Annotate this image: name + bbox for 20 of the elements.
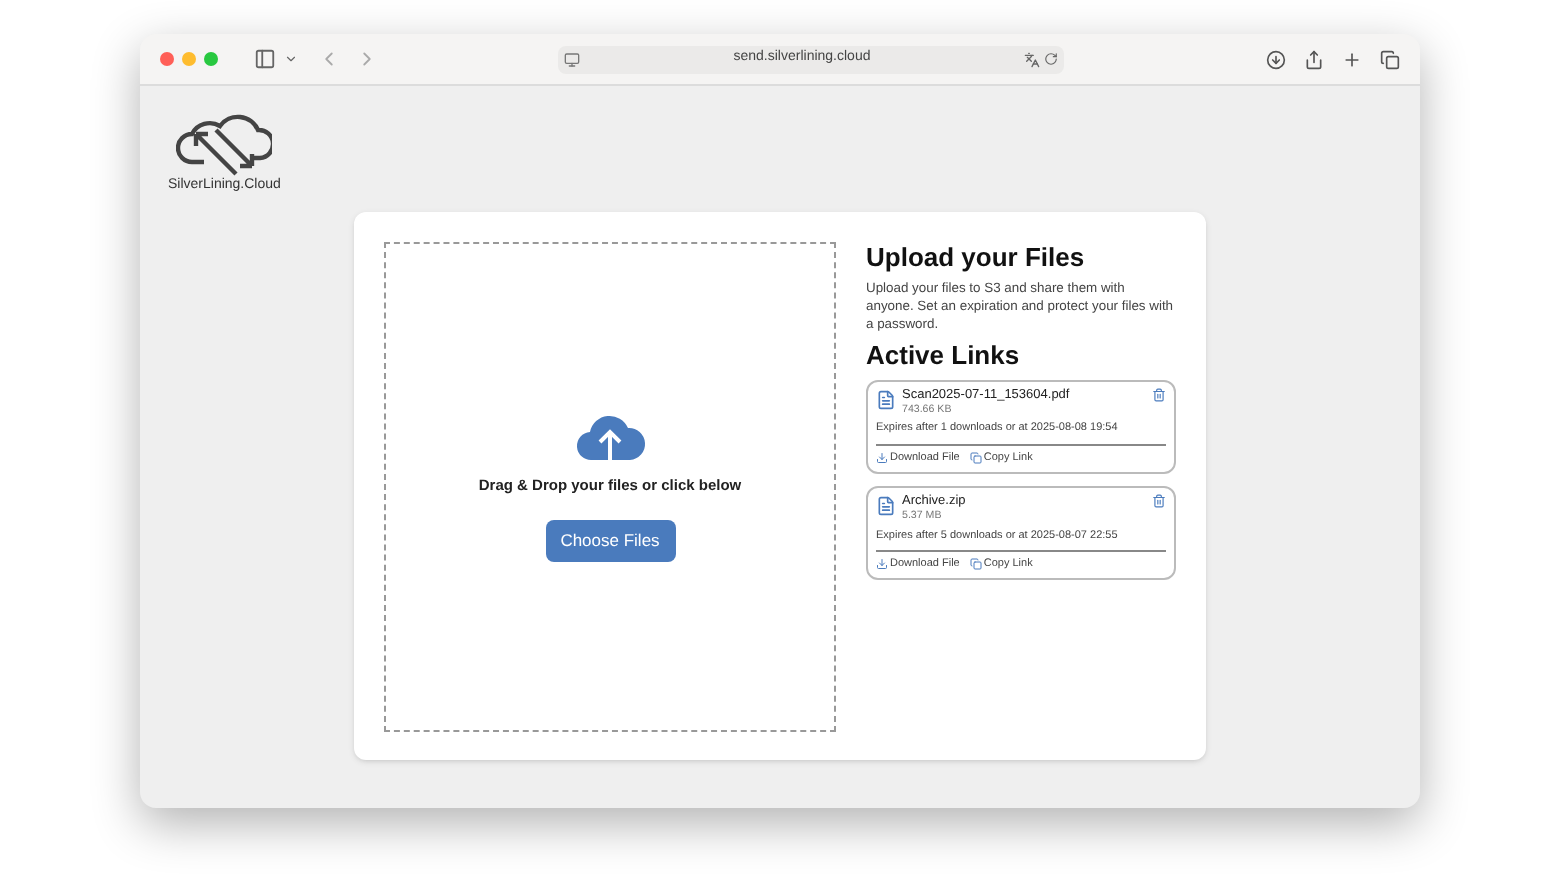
download-icon[interactable] bbox=[1266, 49, 1286, 69]
upload-title: Upload your Files bbox=[866, 242, 1087, 275]
sidebar-icon[interactable] bbox=[254, 48, 276, 70]
download-icon bbox=[876, 557, 888, 570]
choose-files-button[interactable]: Choose Files bbox=[545, 520, 675, 563]
new-tab-icon[interactable] bbox=[1342, 49, 1362, 69]
delete-icon[interactable] bbox=[1152, 493, 1166, 508]
page-icon bbox=[564, 51, 580, 67]
translate-icon[interactable] bbox=[1024, 51, 1040, 67]
download-icon bbox=[876, 451, 888, 464]
copy-icon bbox=[969, 557, 982, 570]
share-icon[interactable] bbox=[1304, 49, 1324, 69]
file-icon bbox=[876, 493, 896, 518]
active-links-title: Active Links bbox=[866, 340, 1022, 374]
delete-icon[interactable] bbox=[1152, 387, 1166, 402]
reload-icon[interactable] bbox=[1044, 52, 1058, 66]
file-icon bbox=[876, 387, 896, 412]
tabs-icon[interactable] bbox=[1380, 49, 1400, 69]
chevron-down-icon[interactable] bbox=[284, 52, 298, 66]
copy-icon bbox=[969, 451, 982, 464]
